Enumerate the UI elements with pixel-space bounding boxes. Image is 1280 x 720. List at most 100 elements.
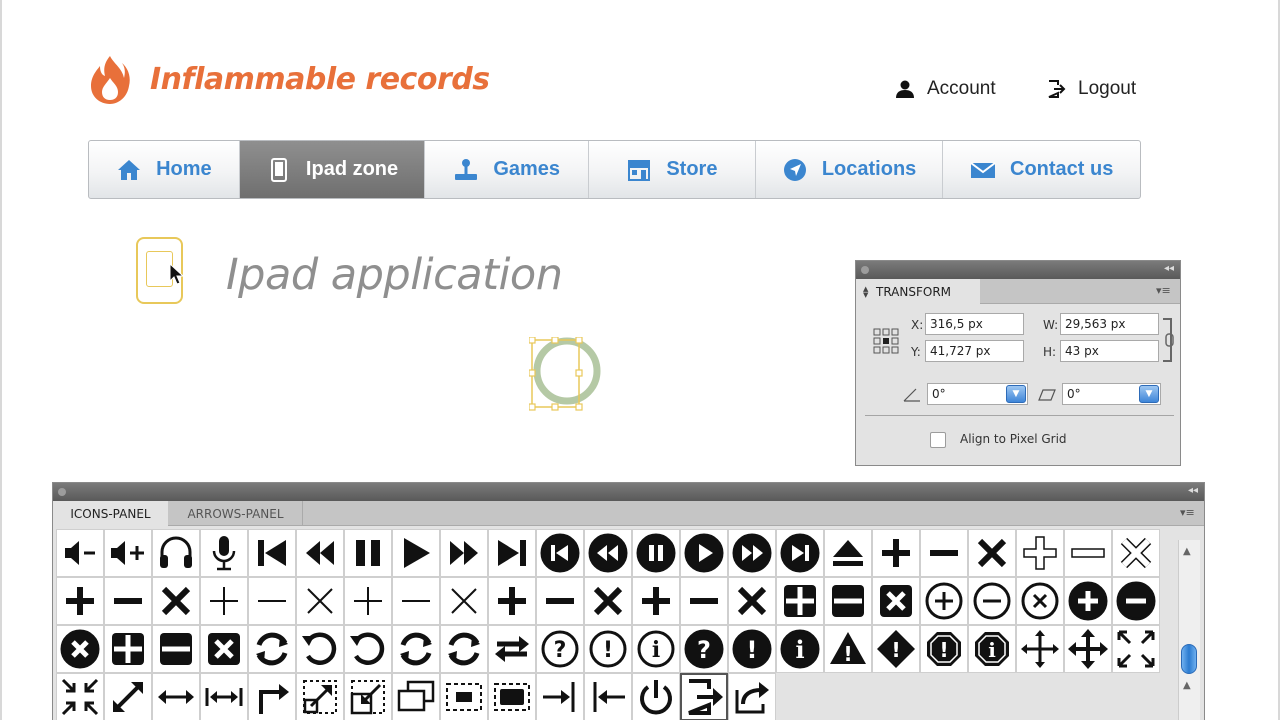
nav-item-ipad-zone[interactable]: Ipad zone	[239, 141, 426, 198]
icon-cell[interactable]: !	[824, 625, 872, 673]
icon-cell[interactable]	[680, 577, 728, 625]
collapse-icon[interactable]: ◂◂	[1164, 263, 1174, 274]
icon-cell[interactable]	[488, 529, 536, 577]
panel-titlebar[interactable]: ◂◂	[53, 483, 1204, 501]
icon-cell[interactable]	[344, 529, 392, 577]
reference-point-icon[interactable]	[873, 328, 899, 354]
icon-cell[interactable]	[680, 529, 728, 577]
icon-cell[interactable]: !	[728, 625, 776, 673]
icon-cell[interactable]	[248, 577, 296, 625]
icon-cell[interactable]	[440, 673, 488, 720]
icon-cell[interactable]	[104, 577, 152, 625]
scrollbar-thumb[interactable]	[1181, 644, 1197, 674]
logout-link[interactable]: Logout	[1046, 78, 1136, 100]
icon-cell[interactable]	[1016, 625, 1064, 673]
icon-cell[interactable]	[1112, 529, 1160, 577]
icon-cell[interactable]	[440, 577, 488, 625]
icon-cell[interactable]	[296, 577, 344, 625]
icon-cell[interactable]	[296, 625, 344, 673]
icon-cell[interactable]	[344, 577, 392, 625]
icon-cell[interactable]: !	[584, 625, 632, 673]
icon-cell[interactable]	[392, 625, 440, 673]
icon-cell[interactable]	[56, 577, 104, 625]
icon-cell[interactable]	[584, 529, 632, 577]
tab-transform[interactable]: ▲ ▼ TRANSFORM	[856, 279, 980, 304]
close-icon[interactable]	[58, 488, 66, 496]
icon-cell[interactable]	[536, 673, 584, 720]
icon-cell[interactable]	[728, 673, 776, 720]
icon-cell[interactable]	[536, 529, 584, 577]
scroll-up-icon[interactable]: ▲	[1183, 546, 1191, 557]
icon-cell[interactable]	[488, 577, 536, 625]
icon-cell[interactable]	[152, 529, 200, 577]
scroll-up-icon[interactable]: ▲	[1183, 680, 1191, 691]
icon-cell[interactable]	[1064, 529, 1112, 577]
icon-cell[interactable]	[920, 577, 968, 625]
icon-cell[interactable]	[440, 625, 488, 673]
nav-item-contact[interactable]: Contact us	[943, 141, 1140, 198]
icon-cell[interactable]	[392, 529, 440, 577]
nav-item-store[interactable]: Store	[589, 141, 756, 198]
chevron-down-icon[interactable]: ▼	[1006, 385, 1026, 403]
icon-cell[interactable]	[392, 673, 440, 720]
icon-cell[interactable]	[104, 625, 152, 673]
chevron-down-icon[interactable]: ▼	[1139, 385, 1159, 403]
icon-cell[interactable]	[56, 673, 104, 720]
icon-cell[interactable]	[344, 673, 392, 720]
icon-cell[interactable]	[1064, 625, 1112, 673]
icon-cell[interactable]: ?	[536, 625, 584, 673]
icon-cell[interactable]	[1112, 625, 1160, 673]
icon-cell[interactable]	[440, 529, 488, 577]
scrollbar-track[interactable]	[1178, 540, 1200, 720]
icon-cell[interactable]	[488, 673, 536, 720]
selected-circle-shape[interactable]	[529, 337, 605, 411]
icon-cell[interactable]	[200, 529, 248, 577]
icon-cell[interactable]	[1016, 577, 1064, 625]
icon-cell[interactable]	[200, 625, 248, 673]
panel-titlebar[interactable]: ◂◂	[856, 261, 1180, 279]
icon-cell[interactable]	[632, 577, 680, 625]
icon-cell[interactable]	[728, 577, 776, 625]
icon-cell[interactable]	[488, 625, 536, 673]
icon-cell[interactable]	[152, 625, 200, 673]
icon-cell[interactable]	[584, 673, 632, 720]
tab-arrows-panel[interactable]: ARROWS-PANEL	[169, 501, 303, 526]
rotate-dropdown[interactable]: 0° ▼	[927, 383, 1028, 405]
icon-cell[interactable]: i	[968, 625, 1016, 673]
panel-menu-icon[interactable]: ▾≡	[1180, 506, 1198, 520]
tab-icons-panel[interactable]: ICONS-PANEL	[53, 501, 168, 526]
icon-cell[interactable]	[920, 529, 968, 577]
icon-cell[interactable]	[152, 673, 200, 720]
icon-cell[interactable]: !	[920, 625, 968, 673]
constrain-proportions-icon[interactable]	[1161, 316, 1175, 364]
h-field[interactable]: 43 px	[1060, 340, 1159, 362]
align-pixel-grid-checkbox[interactable]	[930, 432, 946, 448]
icon-cell[interactable]: i	[632, 625, 680, 673]
icon-cell[interactable]	[824, 577, 872, 625]
icon-cell[interactable]: ?	[680, 625, 728, 673]
icon-cell[interactable]	[296, 673, 344, 720]
nav-item-home[interactable]: Home	[89, 141, 240, 198]
icon-cell[interactable]: i	[776, 625, 824, 673]
icon-cell[interactable]	[824, 529, 872, 577]
icon-cell[interactable]	[104, 673, 152, 720]
x-field[interactable]: 316,5 px	[925, 313, 1024, 335]
shear-dropdown[interactable]: 0° ▼	[1062, 383, 1161, 405]
panel-menu-icon[interactable]: ▾≡	[1156, 284, 1174, 298]
y-field[interactable]: 41,727 px	[925, 340, 1024, 362]
flame-logo-icon[interactable]	[88, 54, 132, 106]
icon-cell[interactable]	[248, 673, 296, 720]
collapse-icon[interactable]: ◂◂	[1188, 485, 1198, 496]
icon-cell[interactable]	[344, 625, 392, 673]
icon-cell[interactable]	[56, 529, 104, 577]
icon-cell[interactable]	[536, 577, 584, 625]
icon-cell[interactable]	[56, 625, 104, 673]
w-field[interactable]: 29,563 px	[1060, 313, 1159, 335]
icon-cell[interactable]	[776, 529, 824, 577]
brand-name[interactable]: Inflammable records	[150, 62, 490, 97]
icon-cell[interactable]	[680, 673, 728, 720]
icon-cell[interactable]: !	[872, 625, 920, 673]
icon-cell[interactable]	[200, 577, 248, 625]
icon-cell[interactable]	[392, 577, 440, 625]
icon-cell[interactable]	[104, 529, 152, 577]
